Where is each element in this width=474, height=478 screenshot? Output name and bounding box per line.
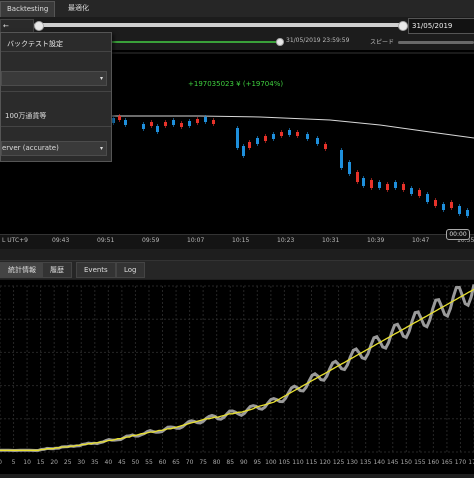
tab-backtesting[interactable]: Backtesting [0, 1, 56, 17]
x-tick-label: 95 [253, 459, 261, 466]
progress-time: 31/05/2019 23:59:59 [286, 37, 350, 44]
x-tick-label: 80 [213, 459, 221, 466]
time-tick-label: 09:43 [52, 237, 70, 244]
x-tick-label: 160 [428, 459, 440, 466]
x-tick-label: 20 [50, 459, 58, 466]
chevron-down-icon: ▾ [99, 75, 103, 82]
settings-select-1[interactable]: ▾ [1, 71, 107, 86]
tab-history-label: 履歴 [50, 266, 64, 274]
panel-divider-3 [1, 126, 111, 127]
x-tick-label: 90 [240, 459, 248, 466]
x-tick-label: 105 [279, 459, 291, 466]
capital-label: 100万通貨等 [5, 112, 47, 120]
tab-statistics-label: 統計情報 [8, 266, 36, 274]
equity-chart: 0 5 10 15 20 25 30 35 40 45 50 55 60 65 70 75 80 85 90 95 10… [0, 280, 474, 474]
x-tick-label: 40 [105, 459, 113, 466]
tab-optimize-label: 最適化 [68, 4, 89, 12]
x-tick-label: 130 [346, 459, 358, 466]
x-tick-label: 45 [118, 459, 126, 466]
tab-log[interactable]: Log [116, 262, 145, 278]
time-axis: L UTC+9 09:43 09:51 09:59 10:07 10:15 10:23 10… [0, 234, 474, 249]
x-tick-label: 120 [319, 459, 331, 466]
x-tick-label: 110 [292, 459, 304, 466]
x-tick-label: 5 [12, 459, 16, 466]
time-tick-label: 10:07 [187, 237, 205, 244]
tab-log-label: Log [124, 266, 137, 274]
time-tick-label: 10:23 [277, 237, 295, 244]
x-tick-label: 115 [306, 459, 318, 466]
time-tick-label: 10:39 [367, 237, 385, 244]
date-range-slider[interactable] [34, 23, 404, 27]
time-tick-label: 10:47 [412, 237, 430, 244]
x-tick-label: 175 [468, 459, 474, 466]
tab-statistics[interactable]: 統計情報 [0, 262, 44, 278]
slider-start-handle[interactable] [34, 21, 44, 31]
tab-optimize[interactable]: 最適化 [62, 1, 95, 16]
x-tick-label: 100 [265, 459, 277, 466]
time-tick-label: 09:59 [142, 237, 160, 244]
slider-end-handle[interactable] [398, 21, 408, 31]
tab-events[interactable]: Events [76, 262, 116, 278]
time-tick-label: 10:31 [322, 237, 340, 244]
x-tick-label: 10 [23, 459, 31, 466]
x-tick-label: 150 [401, 459, 413, 466]
panel-title: バックテスト設定 [7, 40, 63, 48]
profit-label: +197035023 ¥ (+19704%) [188, 80, 284, 88]
x-tick-label: 55 [145, 459, 153, 466]
speed-slider[interactable] [398, 41, 474, 44]
x-tick-label: 165 [441, 459, 453, 466]
x-tick-label: 85 [226, 459, 234, 466]
x-tick-label: 65 [172, 459, 180, 466]
x-tick-label: 0 [0, 459, 2, 466]
panel-divider-2 [1, 91, 111, 92]
time-badge: 00:00 [446, 229, 470, 240]
x-tick-label: 60 [159, 459, 167, 466]
tab-backtesting-label: Backtesting [7, 5, 49, 13]
x-tick-label: 155 [414, 459, 426, 466]
equity-chart-svg: 0 5 10 15 20 25 30 35 40 45 50 55 60 65 70 75 80 85 90 95 10… [0, 280, 474, 474]
speed-label: スピード [370, 39, 395, 46]
end-date-field[interactable]: 31/05/2019 [408, 18, 474, 34]
progress-marker [276, 38, 284, 46]
x-tick-label: 25 [64, 459, 72, 466]
x-tick-label: 75 [199, 459, 207, 466]
x-tick-label: 30 [77, 459, 85, 466]
backtest-settings-panel: バックテスト設定 ▾ 100万通貨等 erver (accurate) ▾ [0, 32, 112, 162]
progress-bar [110, 41, 278, 43]
x-tick-label: 15 [37, 459, 45, 466]
x-tick-label: 170 [455, 459, 467, 466]
model-select-value: erver (accurate) [2, 144, 59, 152]
x-tick-label: 35 [91, 459, 99, 466]
time-tick-label: 09:51 [97, 237, 115, 244]
tab-events-label: Events [84, 266, 108, 274]
x-tick-label: 145 [387, 459, 399, 466]
time-tick-label: 10:15 [232, 237, 250, 244]
chevron-down-icon: ▾ [99, 145, 103, 152]
x-tick-label: 140 [373, 459, 385, 466]
x-tick-label: 125 [333, 459, 345, 466]
tab-history[interactable]: 履歴 [42, 262, 72, 278]
x-tick-label: 70 [186, 459, 194, 466]
model-select[interactable]: erver (accurate) ▾ [1, 141, 107, 156]
end-date-value: 31/05/2019 [412, 22, 453, 30]
x-tick-label: 135 [360, 459, 372, 466]
x-tick-label: 50 [132, 459, 140, 466]
symbol-combo-value: ← [3, 22, 9, 30]
timezone-label: L UTC+9 [2, 237, 28, 244]
panel-divider [1, 51, 111, 52]
